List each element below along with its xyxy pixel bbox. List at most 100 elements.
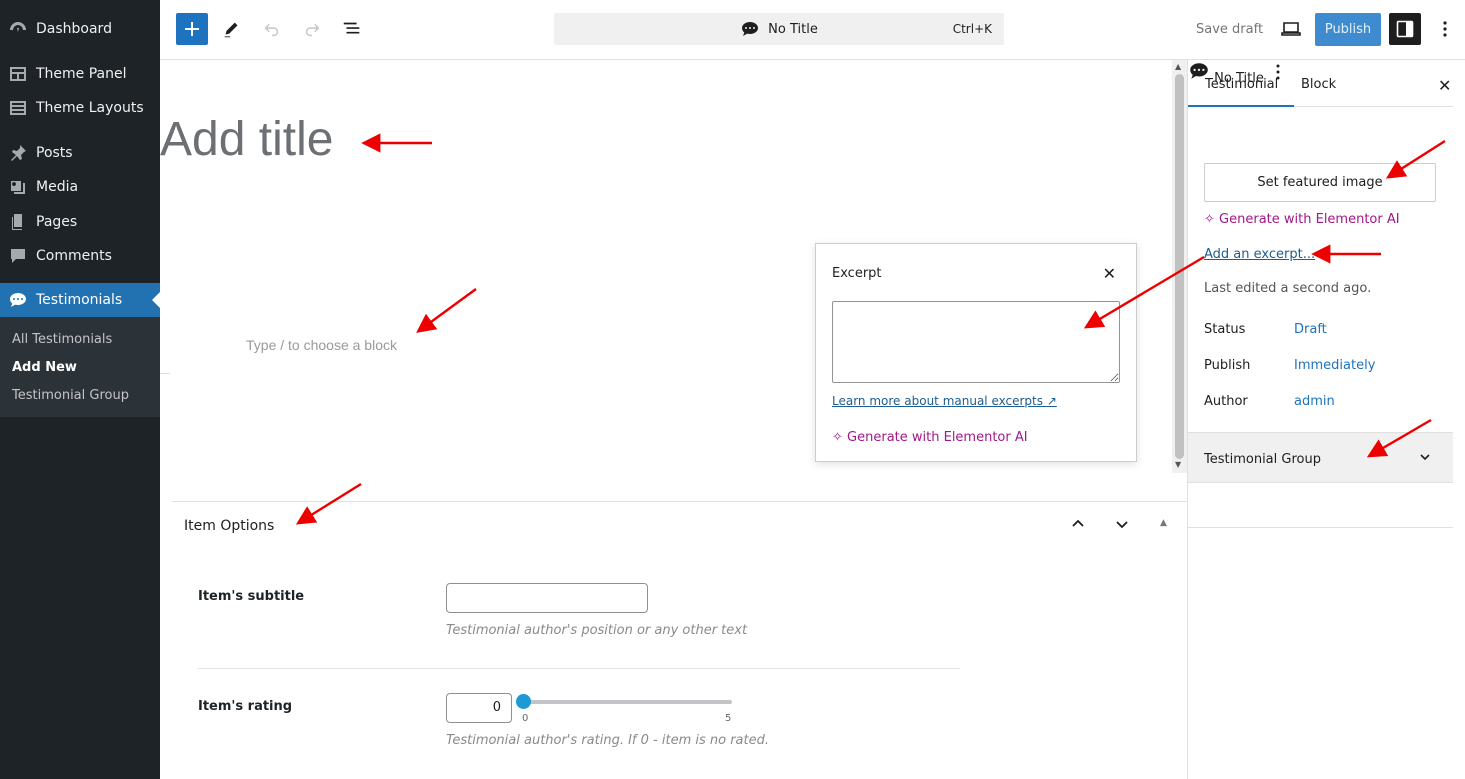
sidebar-tabs: Testimonial Block — [1187, 60, 1453, 107]
metabox-title: Item Options — [184, 518, 275, 534]
comment-icon — [0, 246, 36, 266]
excerpt-popover: Excerpt ✕ Learn more about manual excerp… — [815, 243, 1137, 462]
menu-label: Comments — [36, 248, 112, 264]
generate-elementor-ai-button[interactable]: ✧ Generate with Elementor AI — [832, 430, 1028, 445]
options-menu-button[interactable] — [1434, 18, 1456, 44]
add-excerpt-link[interactable]: Add an excerpt... — [1204, 247, 1315, 262]
learn-more-excerpts-link[interactable]: Learn more about manual excerpts ↗ — [832, 394, 1057, 408]
close-icon[interactable]: ✕ — [1438, 76, 1451, 95]
subtitle-label: Item's subtitle — [198, 589, 305, 604]
learn-more-text: Learn more about manual excerpts — [832, 394, 1043, 408]
status-value-button[interactable]: Draft — [1294, 322, 1327, 337]
sparkle-icon: ✧ — [832, 430, 843, 445]
menu-label: Pages — [36, 214, 78, 230]
scroll-up-arrow-icon[interactable]: ▲ — [1175, 62, 1181, 71]
testimonial-group-panel[interactable]: Testimonial Group — [1188, 432, 1453, 483]
desktop-icon — [1281, 22, 1301, 36]
command-palette-bar[interactable]: No Title Ctrl+K — [554, 13, 1004, 45]
document-overview-button[interactable] — [340, 17, 364, 41]
move-down-button[interactable] — [1114, 516, 1130, 536]
undo-button[interactable] — [260, 17, 284, 41]
block-divider — [160, 373, 170, 374]
publish-date-button[interactable]: Immediately — [1294, 358, 1375, 373]
chevron-down-icon — [1418, 450, 1432, 468]
panel-divider — [1188, 527, 1453, 528]
excerpt-textarea[interactable] — [832, 301, 1120, 383]
media-icon — [0, 177, 36, 197]
publish-label: Publish — [1204, 358, 1251, 373]
menu-item-comments[interactable]: Comments — [0, 239, 160, 273]
list-view-icon — [343, 22, 360, 34]
set-featured-image-button[interactable]: Set featured image — [1204, 163, 1436, 202]
block-appender[interactable]: Type / to choose a block — [246, 337, 397, 353]
rating-slider-track[interactable] — [524, 700, 732, 704]
rating-slider-handle[interactable] — [516, 694, 531, 709]
publish-button[interactable]: Publish — [1315, 13, 1381, 46]
menu-label: Theme Layouts — [36, 100, 144, 116]
add-block-button[interactable] — [176, 13, 208, 45]
submenu-all-testimonials[interactable]: All Testimonials — [12, 332, 112, 347]
dashboard-icon — [0, 19, 36, 39]
theme-layouts-icon — [0, 98, 36, 118]
menu-item-media[interactable]: Media — [0, 170, 160, 204]
scrollbar-thumb[interactable] — [1175, 74, 1184, 459]
field-divider — [198, 668, 960, 669]
canvas-scrollbar[interactable]: ▲ ▼ — [1172, 60, 1187, 473]
submenu-testimonial-group[interactable]: Testimonial Group — [12, 388, 129, 403]
testimonials-submenu: All Testimonials Add New Testimonial Gro… — [0, 317, 160, 417]
external-link-icon: ↗ — [1046, 394, 1057, 408]
sidebar-icon — [1396, 20, 1414, 38]
status-label: Status — [1204, 322, 1246, 337]
menu-item-testimonials[interactable]: Testimonials — [0, 283, 160, 317]
vertical-ellipsis-icon — [1443, 21, 1447, 37]
excerpt-heading: Excerpt — [832, 266, 882, 281]
chevron-up-icon — [1072, 519, 1084, 527]
menu-item-dashboard[interactable]: Dashboard — [0, 12, 160, 46]
pencil-icon — [224, 22, 238, 38]
save-draft-button[interactable]: Save draft — [1196, 22, 1263, 37]
document-title: No Title — [768, 21, 818, 37]
menu-item-pages[interactable]: Pages — [0, 205, 160, 239]
pages-icon — [0, 212, 36, 232]
author-value-button[interactable]: admin — [1294, 394, 1335, 409]
menu-item-theme-panel[interactable]: Theme Panel — [0, 57, 160, 91]
rating-label: Item's rating — [198, 699, 293, 714]
theme-panel-icon — [0, 64, 36, 84]
tab-testimonial[interactable]: Testimonial — [1187, 77, 1295, 107]
menu-item-posts[interactable]: Posts — [0, 136, 160, 170]
submenu-add-new[interactable]: Add New — [12, 360, 77, 375]
close-icon[interactable]: ✕ — [1103, 264, 1116, 283]
author-label: Author — [1204, 394, 1248, 409]
slider-max-label: 5 — [725, 713, 732, 724]
admin-sidebar: Dashboard Theme Panel Theme Layouts Post… — [0, 0, 160, 779]
menu-item-theme-layouts[interactable]: Theme Layouts — [0, 91, 160, 125]
sparkle-icon: ✧ — [1204, 212, 1215, 227]
settings-sidebar: Testimonial Block ✕ No Title Set feature… — [1187, 60, 1465, 779]
pin-icon — [0, 143, 36, 163]
post-title-input[interactable]: Add title — [160, 112, 333, 167]
subtitle-input[interactable] — [446, 583, 648, 613]
preview-button[interactable] — [1280, 18, 1302, 44]
chevron-down-icon — [1116, 521, 1128, 529]
testimonial-icon — [0, 290, 36, 310]
settings-toggle-button[interactable] — [1389, 13, 1421, 45]
tab-block[interactable]: Block — [1301, 77, 1336, 92]
subtitle-help: Testimonial author's position or any oth… — [446, 623, 748, 638]
rating-number-input[interactable]: 0 — [446, 693, 512, 723]
slider-min-label: 0 — [522, 713, 529, 724]
command-shortcut: Ctrl+K — [952, 22, 992, 36]
testimonial-icon — [740, 19, 760, 39]
collapse-toggle-icon[interactable]: ▲ — [1160, 518, 1167, 528]
panel-title: Testimonial Group — [1204, 452, 1321, 467]
move-up-button[interactable] — [1070, 516, 1086, 536]
scroll-down-arrow-icon[interactable]: ▼ — [1175, 460, 1181, 469]
item-options-metabox: Item Options ▲ Item's subtitle Testimoni… — [172, 501, 1188, 779]
menu-label: Testimonials — [36, 292, 123, 308]
editor-toolbar: No Title Ctrl+K Save draft Publish — [160, 0, 1465, 60]
menu-label: Dashboard — [36, 21, 112, 37]
edit-tool-button[interactable] — [220, 17, 244, 41]
generate-text: Generate with Elementor AI — [1219, 212, 1400, 227]
rating-help: Testimonial author's rating. If 0 - item… — [446, 733, 769, 748]
generate-elementor-ai-button[interactable]: ✧ Generate with Elementor AI — [1204, 212, 1400, 227]
redo-button[interactable] — [300, 17, 324, 41]
